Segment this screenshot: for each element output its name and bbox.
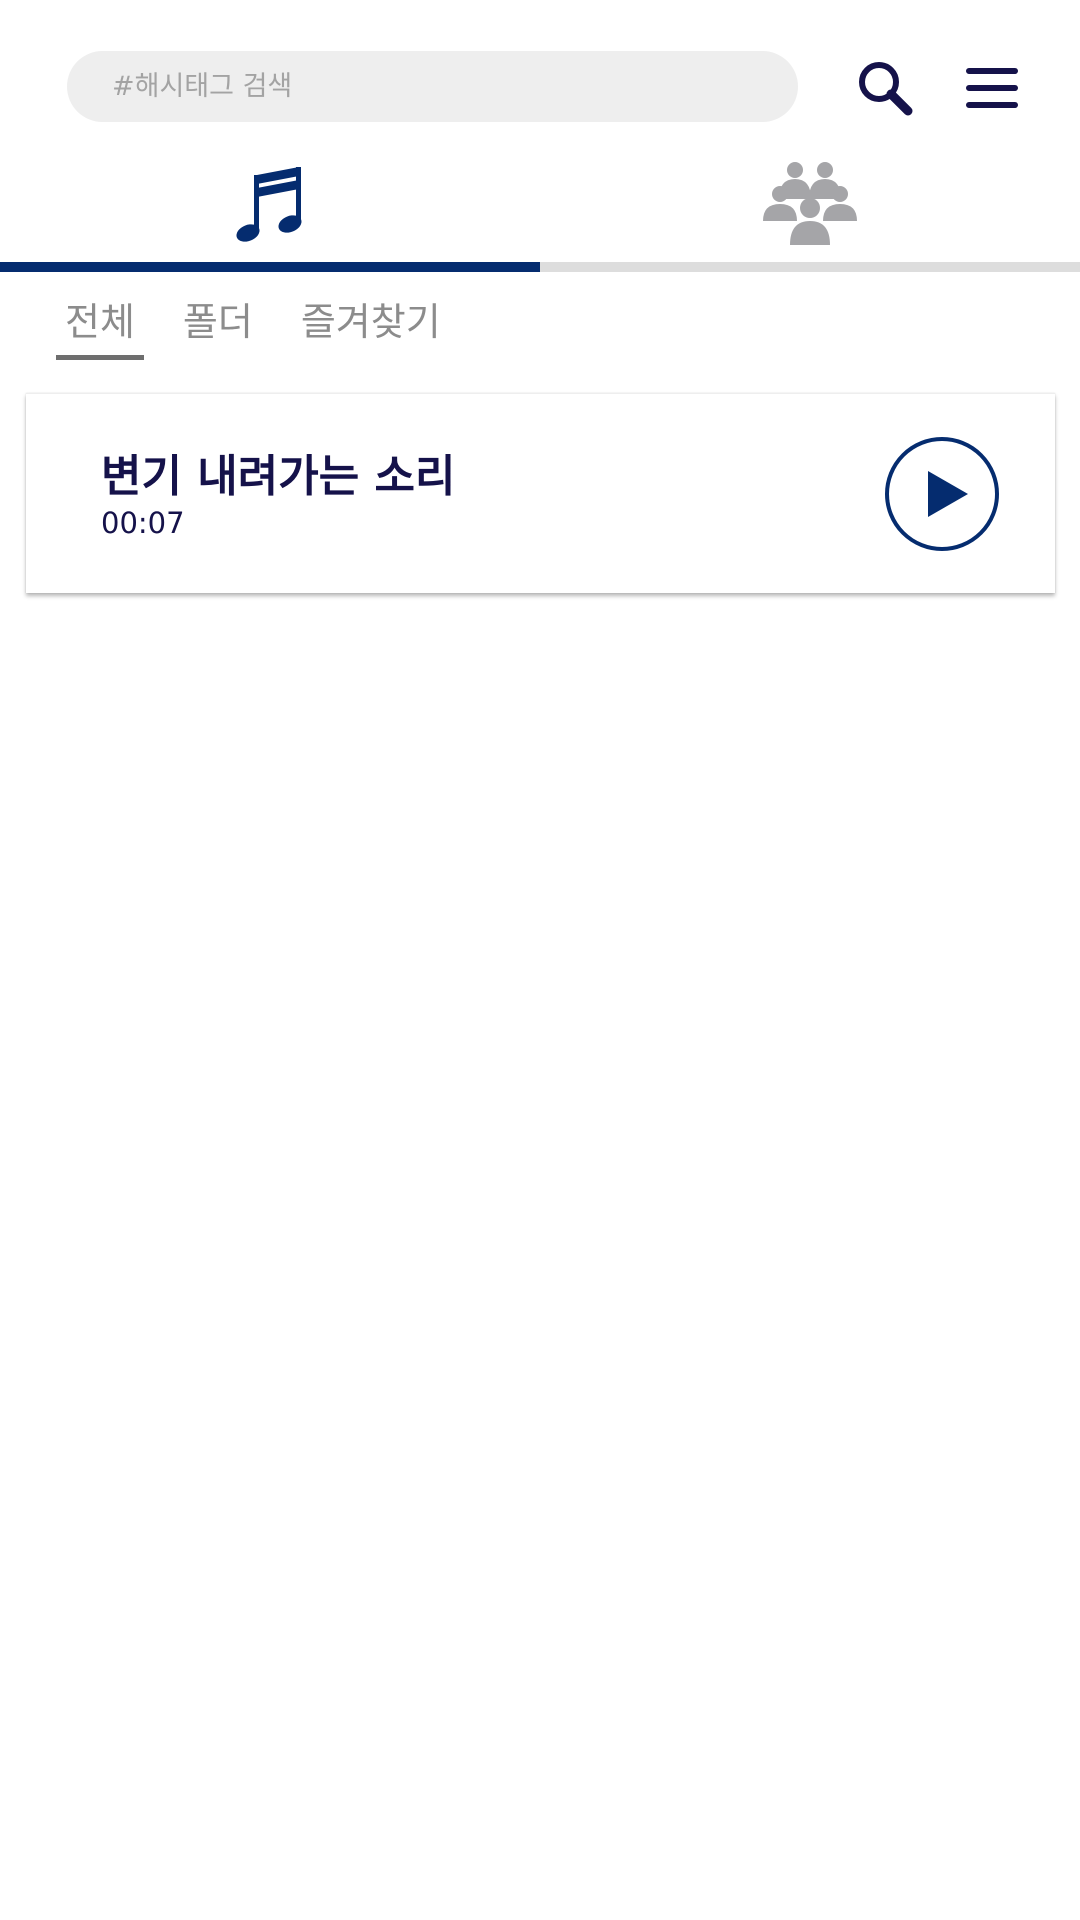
tab-group[interactable]: [540, 140, 1080, 265]
sub-tab-bar: 전체 폴더 즐겨찾기: [56, 290, 480, 360]
sound-list-item[interactable]: 변기 내려가는 소리 00:07: [26, 393, 1055, 593]
sound-duration: 00:07: [101, 506, 185, 540]
search-button[interactable]: [855, 58, 915, 118]
menu-button[interactable]: [962, 58, 1022, 118]
tab-indicator: [0, 262, 540, 272]
tab-indicator-track: [0, 262, 1080, 272]
search-bar[interactable]: [67, 51, 798, 122]
search-icon: [859, 62, 913, 116]
sound-title: 변기 내려가는 소리: [101, 451, 456, 502]
music-note-icon: [236, 166, 302, 242]
play-icon: [885, 437, 999, 551]
menu-icon: [966, 68, 1018, 108]
tab-music[interactable]: [0, 140, 540, 265]
subtab-favorites[interactable]: 즐겨찾기: [292, 290, 450, 358]
subtab-all[interactable]: 전체: [56, 290, 144, 360]
play-button[interactable]: [884, 436, 1000, 552]
group-icon: [763, 161, 857, 245]
search-input[interactable]: [112, 71, 798, 102]
subtab-folder[interactable]: 폴더: [174, 290, 262, 358]
